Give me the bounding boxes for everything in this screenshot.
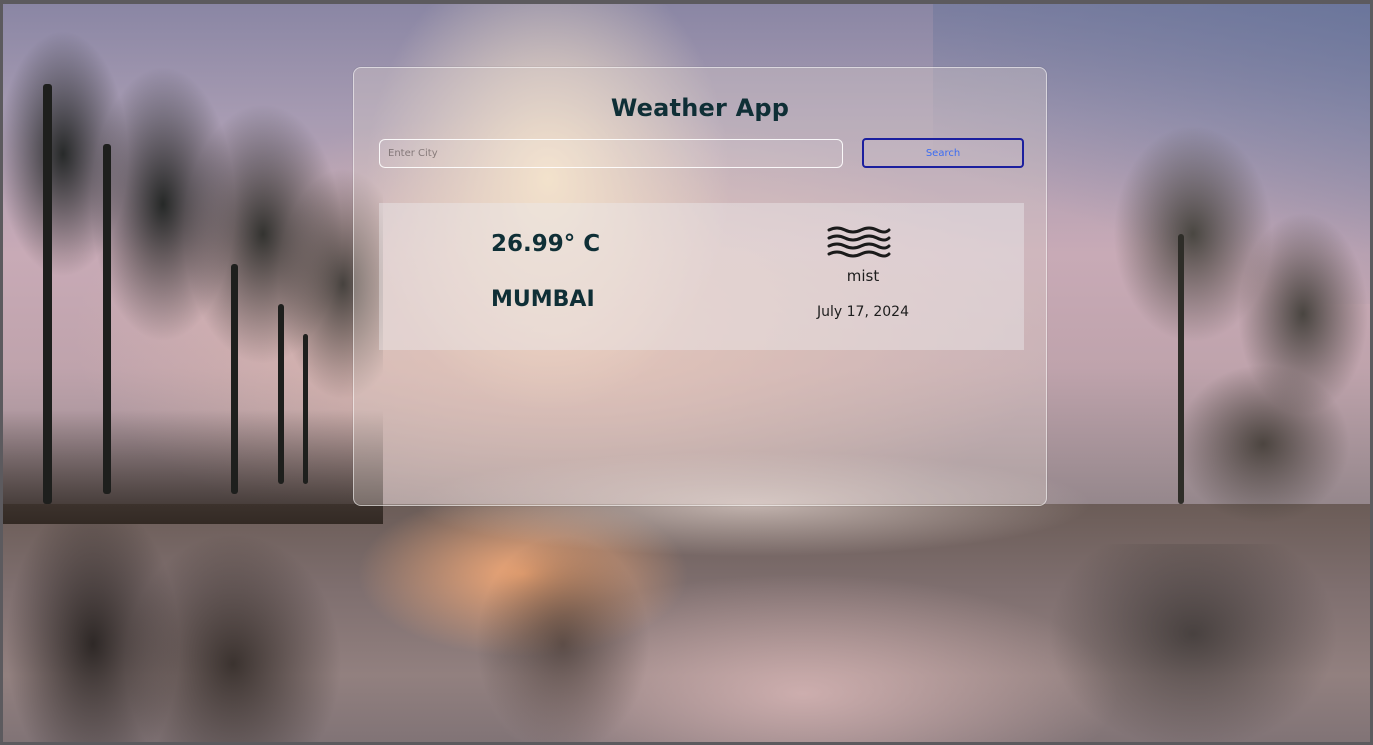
mist-icon: [827, 226, 891, 258]
weather-condition: mist: [846, 267, 880, 285]
weather-date: July 17, 2024: [817, 304, 909, 320]
mist-wave: [827, 242, 891, 250]
app-title: Weather App: [610, 94, 790, 122]
weather-card: Weather App Search 26.99° C MUMBAI mist …: [353, 67, 1047, 506]
tree-reflection-left: [3, 524, 653, 742]
temperature-value: 26.99° C: [491, 231, 601, 257]
mist-wave: [827, 226, 891, 234]
tree-reflection-right: [1003, 544, 1370, 742]
app-window: Weather App Search 26.99° C MUMBAI mist …: [0, 0, 1373, 745]
search-button[interactable]: Search: [862, 138, 1024, 168]
tree-trunk: [103, 144, 111, 494]
tree-trunk: [303, 334, 308, 484]
trees-left: [3, 4, 383, 524]
tree-trunk: [231, 264, 238, 494]
tree-trunk: [43, 84, 52, 504]
tree-trunk: [278, 304, 284, 484]
mist-wave: [827, 250, 891, 258]
mist-wave: [827, 234, 891, 242]
trees-right: [1043, 64, 1370, 534]
tree-trunk: [1178, 234, 1184, 504]
weather-result-panel: 26.99° C MUMBAI mist July 17, 2024: [379, 203, 1024, 350]
city-name: MUMBAI: [491, 287, 595, 312]
city-search-input[interactable]: [379, 139, 843, 168]
